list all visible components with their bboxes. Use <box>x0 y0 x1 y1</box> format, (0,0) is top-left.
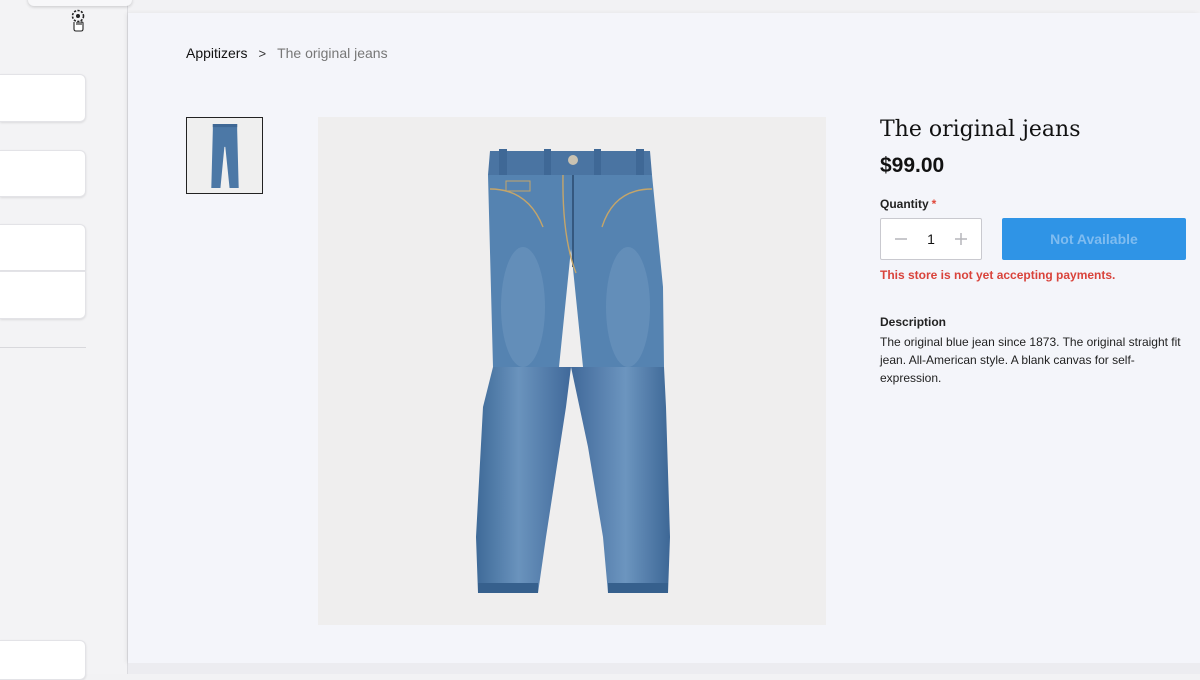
jeans-thumbnail-image <box>210 123 239 188</box>
description-heading: Description <box>880 315 947 329</box>
plus-icon[interactable] <box>953 231 969 247</box>
sidebar-divider <box>0 347 86 348</box>
sidebar-top-tab[interactable] <box>28 0 132 6</box>
canvas-bottom-edge <box>128 663 1200 674</box>
product-thumbnail[interactable] <box>186 117 263 194</box>
breadcrumb: Appitizers > The original jeans <box>186 45 388 61</box>
not-available-button[interactable]: Not Available <box>1002 218 1186 260</box>
sidebar-panel-4[interactable] <box>0 271 86 319</box>
sidebar-panel-3[interactable] <box>0 224 86 271</box>
preview-canvas: Appitizers > The original jeans The orig… <box>128 13 1200 663</box>
product-title: The original jeans <box>880 117 1081 142</box>
editor-sidebar <box>0 0 132 680</box>
sidebar-panel-5[interactable] <box>0 640 86 680</box>
quantity-label: Quantity * <box>880 197 936 211</box>
payment-error-message: This store is not yet accepting payments… <box>880 268 1116 282</box>
gear-cursor-icon <box>71 9 85 32</box>
description-text: The original blue jean since 1873. The o… <box>880 335 1181 385</box>
product-main-image <box>318 117 826 625</box>
quantity-label-text: Quantity <box>880 197 929 211</box>
quantity-value[interactable]: 1 <box>927 231 935 247</box>
sidebar-panel-2[interactable] <box>0 150 86 197</box>
jeans-image <box>476 149 670 593</box>
sidebar-panel-1[interactable] <box>0 74 86 122</box>
quantity-stepper[interactable]: 1 <box>880 218 982 260</box>
breadcrumb-current: The original jeans <box>277 45 388 61</box>
product-price: $99.00 <box>880 154 945 177</box>
required-marker: * <box>931 197 937 211</box>
breadcrumb-parent-link[interactable]: Appitizers <box>186 45 247 61</box>
minus-icon[interactable] <box>893 231 909 247</box>
breadcrumb-separator: > <box>258 45 267 61</box>
